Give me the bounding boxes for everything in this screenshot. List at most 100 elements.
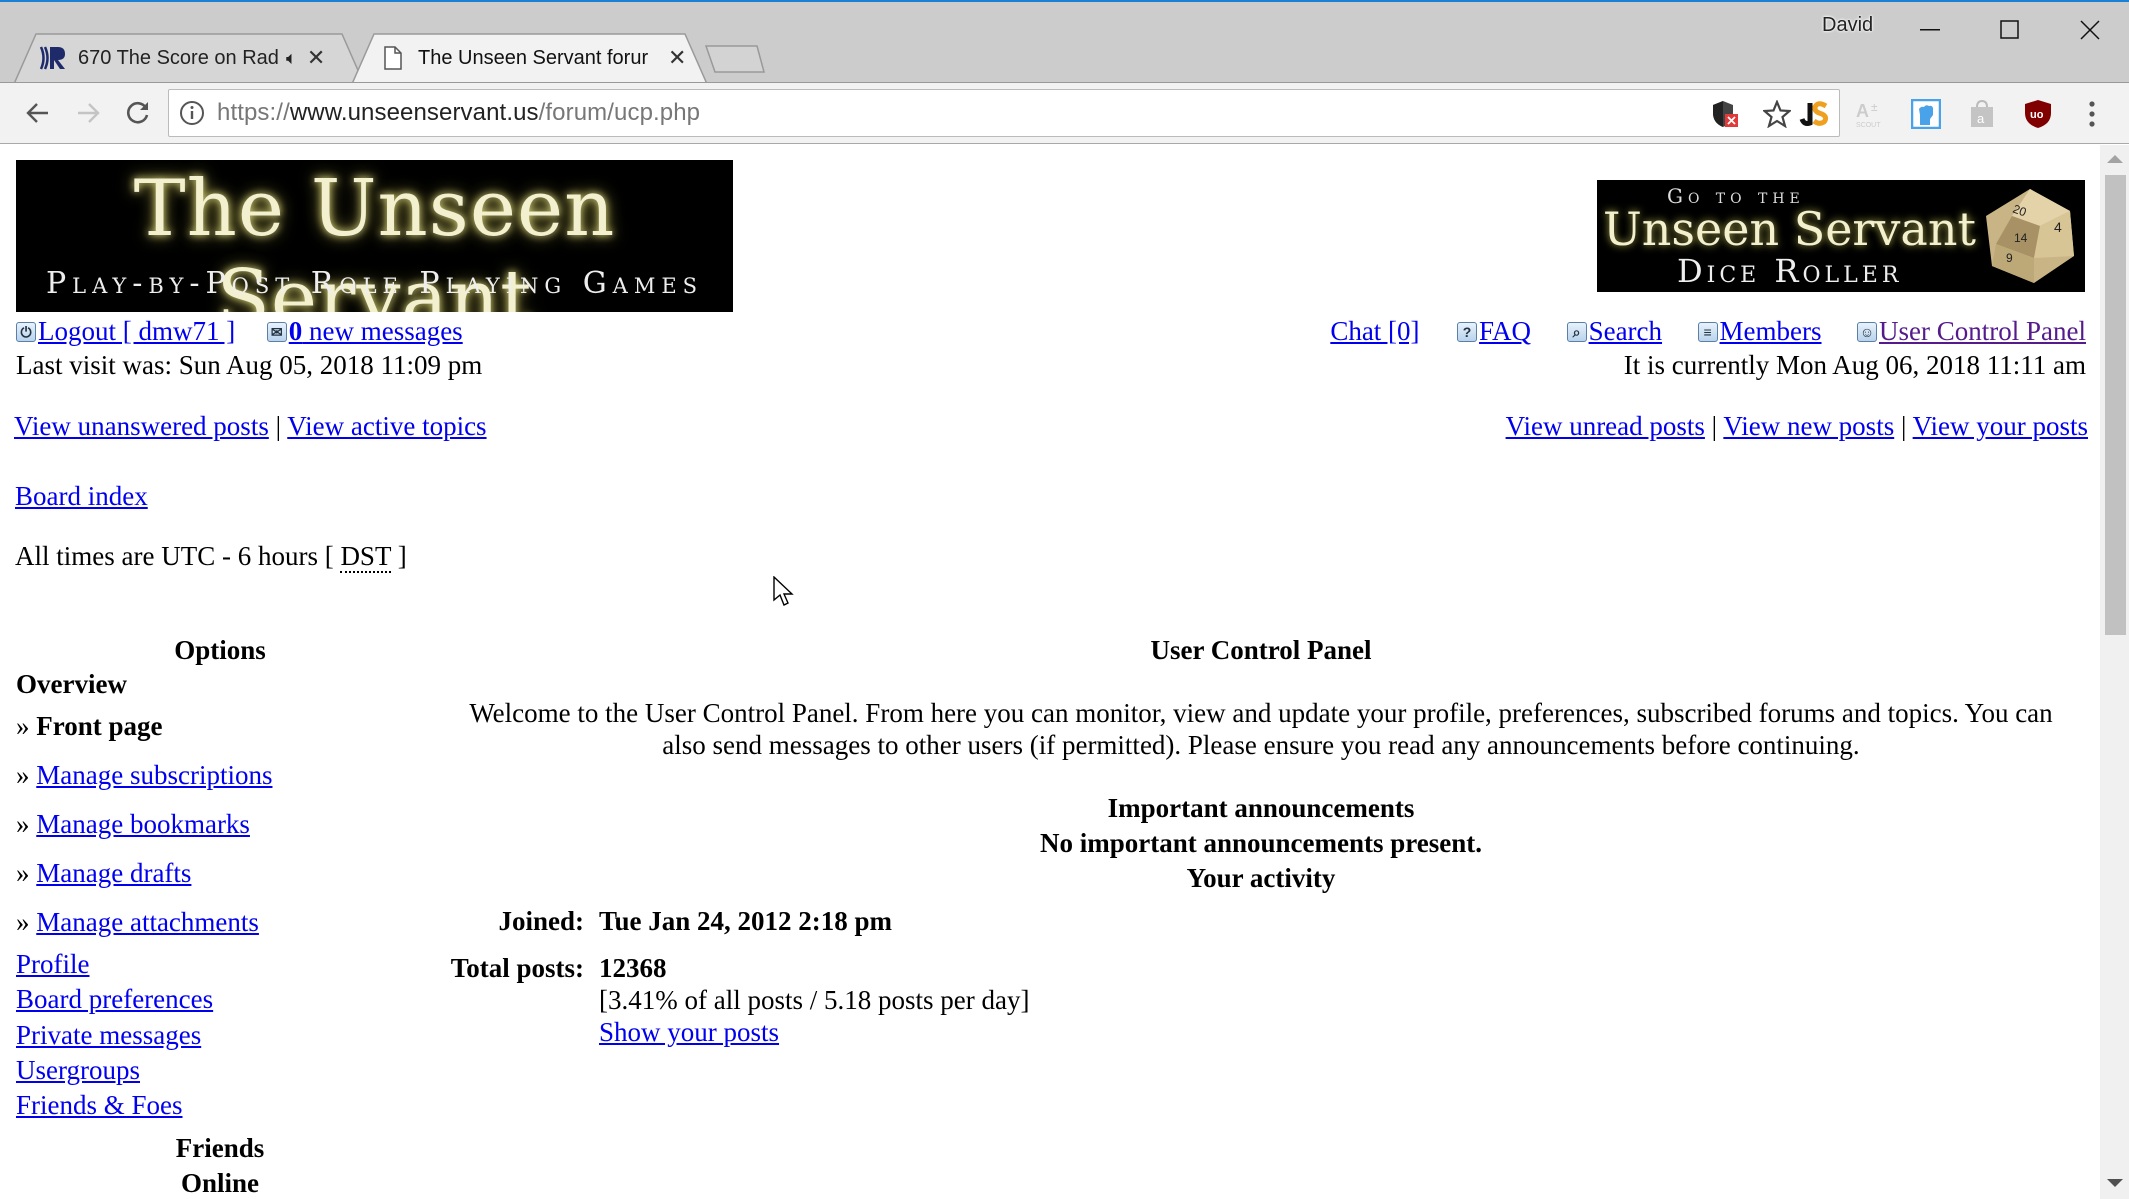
logout-link[interactable]: Logout [ dmw71 ] [38, 316, 235, 346]
tab-radio[interactable]: 670 The Score on Rad 🔈︎ ✕ [14, 32, 364, 84]
sidebar-item-front-page: » Front page [16, 710, 163, 742]
joined-value: Tue Jan 24, 2012 2:18 pm [599, 906, 893, 936]
back-button[interactable] [16, 91, 60, 135]
speaker-icon[interactable]: 🔈︎ [286, 48, 297, 69]
manage-subscriptions-link[interactable]: Manage subscriptions [36, 760, 272, 790]
dst-abbr: DST [340, 541, 391, 573]
timezone-info: All times are UTC - 6 hours [ DST ] [15, 540, 407, 573]
svg-text:±: ± [1871, 100, 1878, 114]
separator: | [1711, 411, 1718, 441]
bookmark-star-icon[interactable] [1761, 98, 1793, 130]
view-unread-posts-link[interactable]: View unread posts [1506, 411, 1705, 441]
posts-stats: [3.41% of all posts / 5.18 posts per day… [599, 985, 1030, 1015]
tab-friends-foes[interactable]: Friends & Foes [16, 1090, 183, 1120]
manage-attachments-link[interactable]: Manage attachments [36, 907, 259, 937]
sidebar-item-manage-attachments: » Manage attachments [16, 906, 259, 938]
ublock-icon[interactable]: uo [2021, 97, 2055, 131]
page-scrollbar[interactable] [2100, 145, 2129, 1199]
members-link[interactable]: Members [1720, 316, 1822, 346]
svg-text:14: 14 [2014, 231, 2028, 245]
sidebar-item-manage-bookmarks: » Manage bookmarks [16, 808, 250, 840]
ucp-title: User Control Panel [1150, 635, 1372, 665]
view-active-topics-link[interactable]: View active topics [287, 411, 486, 441]
radio-r-icon [38, 43, 68, 73]
forward-button[interactable] [66, 91, 110, 135]
bullet: » [16, 760, 37, 790]
user-links-right: Chat [0] ? FAQ ⌕ Search ≡ Members ☺ User Con… [1330, 315, 2086, 347]
posts-value: 12368 [599, 953, 667, 983]
quick-links-left: View unanswered posts | View active topi… [14, 410, 487, 442]
faq-link[interactable]: FAQ [1479, 316, 1531, 346]
page-content: The Unseen Servant Play-by-Post Role Pla… [0, 145, 2100, 1199]
fist-icon[interactable] [1909, 97, 1943, 131]
dice-roller-banner[interactable]: Go to the Unseen Servant Dice Roller 20 … [1597, 180, 2085, 292]
messages-label: new messages [302, 316, 463, 346]
new-messages-link[interactable]: 0 new messages [289, 316, 463, 346]
separator: | [275, 411, 281, 441]
message-icon: ✉ [266, 322, 287, 342]
blocked-shield-icon[interactable] [1709, 98, 1741, 130]
view-new-posts-link[interactable]: View new posts [1723, 411, 1894, 441]
tab-title: 670 The Score on Rad [78, 46, 278, 69]
view-unanswered-posts-link[interactable]: View unanswered posts [14, 411, 269, 441]
site-logo[interactable]: The Unseen Servant Play-by-Post Role Pla… [16, 160, 733, 312]
reload-button[interactable] [116, 91, 160, 135]
scroll-up-arrow-icon[interactable] [2107, 155, 2123, 163]
tab-board-preferences[interactable]: Board preferences [16, 984, 213, 1014]
profile-name[interactable]: David [1822, 14, 1873, 37]
board-index-link[interactable]: Board index [15, 481, 148, 511]
scroll-thumb[interactable] [2105, 175, 2126, 635]
a-scout-icon[interactable]: A ± SCOUT [1853, 97, 1887, 131]
close-tab-icon[interactable]: ✕ [307, 45, 325, 71]
manage-bookmarks-link[interactable]: Manage bookmarks [36, 809, 250, 839]
joined-label: Joined: [498, 906, 584, 936]
chat-link[interactable]: Chat [0] [1330, 316, 1419, 346]
info-icon[interactable] [179, 100, 205, 126]
browser-toolbar: https://www.unseenservant.us/forum/ucp.p… [0, 82, 2129, 144]
address-bar[interactable]: https://www.unseenservant.us/forum/ucp.p… [168, 89, 1840, 137]
breadcrumb: Board index [15, 480, 148, 512]
faq-icon: ? [1457, 322, 1478, 342]
manage-drafts-link[interactable]: Manage drafts [36, 858, 191, 888]
current-time: It is currently Mon Aug 06, 2018 11:11 a… [1623, 350, 2086, 380]
messages-count: 0 [288, 316, 303, 346]
new-tab-button[interactable] [704, 44, 765, 74]
ucp-link[interactable]: User Control Panel [1879, 316, 2086, 346]
close-tab-icon[interactable]: ✕ [668, 45, 686, 71]
separator: | [1900, 411, 1907, 441]
chrome-menu-icon[interactable] [2075, 97, 2109, 131]
overview-heading: Overview [16, 669, 127, 699]
close-window-button[interactable] [2050, 2, 2129, 58]
d20-die-icon: 20 4 14 9 [1982, 186, 2078, 286]
bullet: » [16, 809, 37, 839]
tab-profile[interactable]: Profile [16, 949, 90, 979]
js-pro-icon[interactable] [1797, 97, 1831, 131]
user-icon: ☺ [1857, 322, 1878, 342]
view-your-posts-link[interactable]: View your posts [1913, 411, 2088, 441]
search-icon: ⌕ [1566, 322, 1587, 342]
quick-links-right: View unread posts | View new posts | Vie… [1506, 410, 2088, 442]
timezone-text: All times are UTC - 6 hours [ [15, 541, 341, 571]
posts-label: Total posts: [450, 953, 584, 983]
bullet: » [16, 711, 37, 741]
members-list-icon: ≡ [1697, 322, 1718, 342]
show-your-posts-link[interactable]: Show your posts [599, 1017, 779, 1047]
minimize-button[interactable] [1890, 2, 1970, 58]
tab-usergroups[interactable]: Usergroups [16, 1055, 140, 1085]
welcome-text-line1: Welcome to the User Control Panel. From … [469, 698, 2053, 728]
svg-text:a: a [1977, 111, 1985, 126]
tab-private-messages[interactable]: Private messages [16, 1020, 201, 1050]
amazon-bag-icon[interactable]: a [1965, 97, 1999, 131]
user-links-left: ⏻ Logout [ dmw71 ] ✉ 0 new messages [16, 315, 463, 347]
online-heading: Online [180, 1168, 260, 1198]
logout-icon: ⏻ [16, 322, 36, 342]
tab-title: The Unseen Servant forur [418, 46, 649, 69]
scroll-down-arrow-icon[interactable] [2107, 1179, 2123, 1187]
front-page-label: Front page [36, 711, 163, 741]
bullet: » [16, 907, 37, 937]
tab-unseen-servant[interactable]: The Unseen Servant forur ✕ [352, 32, 707, 84]
announcements-empty: No important announcements present. [1039, 828, 1482, 858]
url-text[interactable]: https://www.unseenservant.us/forum/ucp.p… [217, 99, 700, 127]
search-link[interactable]: Search [1589, 316, 1662, 346]
maximize-button[interactable] [1970, 2, 2050, 58]
